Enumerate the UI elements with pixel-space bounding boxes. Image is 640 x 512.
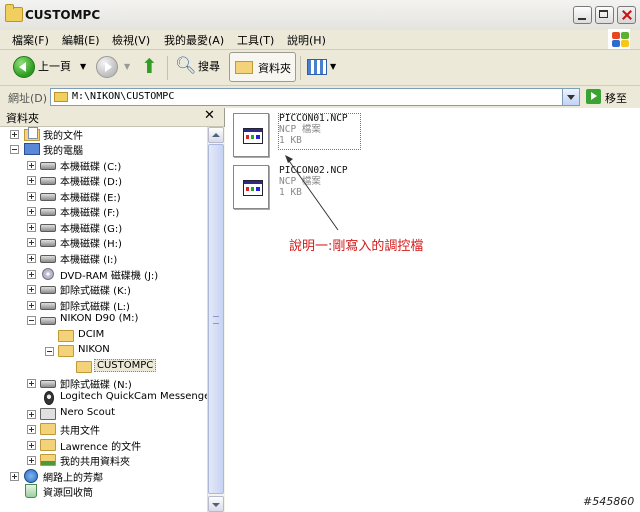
annotation-text: 說明一:剛寫入的調控檔 bbox=[289, 239, 424, 254]
watermark: #545860 bbox=[583, 495, 635, 508]
annotation-arrow bbox=[285, 155, 339, 231]
